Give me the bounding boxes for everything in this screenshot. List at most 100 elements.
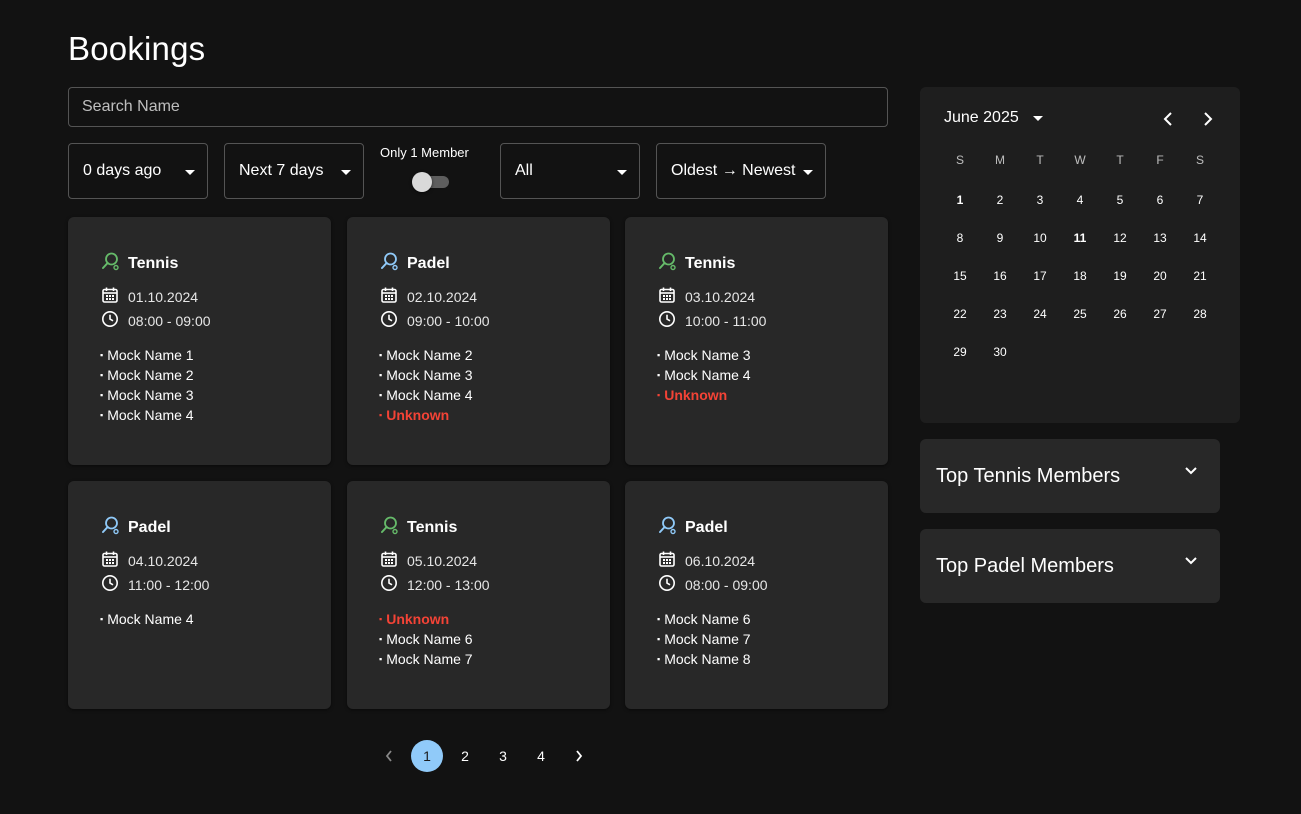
booking-date-value: 06.10.2024 bbox=[685, 552, 756, 569]
toggle-thumb[interactable] bbox=[412, 172, 432, 192]
page-button[interactable]: 4 bbox=[525, 740, 557, 772]
calendar-icon bbox=[380, 550, 407, 571]
calendar-day[interactable]: 3 bbox=[1020, 193, 1060, 207]
booking-date: 01.10.2024 bbox=[101, 286, 198, 307]
booking-member: Mock Name 6 bbox=[379, 629, 472, 649]
calendar-weekday-row: SMTWTFS bbox=[940, 145, 1220, 175]
chevron-down-icon bbox=[1185, 467, 1197, 475]
calendar-day[interactable]: 10 bbox=[1020, 231, 1060, 245]
calendar-day[interactable]: 15 bbox=[940, 269, 980, 283]
next-month-button[interactable] bbox=[1196, 109, 1220, 129]
calendar-day[interactable]: 30 bbox=[980, 345, 1020, 359]
from-date-select[interactable]: 0 days ago bbox=[68, 143, 208, 199]
calendar-day[interactable]: 11 bbox=[1060, 231, 1100, 245]
booking-sport-label: Tennis bbox=[685, 254, 736, 272]
booking-time-value: 11:00 - 12:00 bbox=[128, 576, 210, 593]
calendar-icon bbox=[380, 286, 407, 307]
booking-member-list: Mock Name 2Mock Name 3Mock Name 4Unknown bbox=[379, 345, 473, 425]
next-page-button[interactable] bbox=[563, 740, 595, 772]
weekday-label: W bbox=[1074, 153, 1086, 167]
page-button[interactable]: 2 bbox=[449, 740, 481, 772]
calendar-day[interactable]: 13 bbox=[1140, 231, 1180, 245]
calendar-day[interactable]: 22 bbox=[940, 307, 980, 321]
search-input[interactable] bbox=[69, 88, 887, 126]
prev-page-button[interactable] bbox=[373, 740, 405, 772]
calendar-week-row: 8 9 10 11 12 13 14 bbox=[940, 219, 1220, 257]
calendar-month-label: June 2025 bbox=[944, 109, 1019, 126]
booking-card[interactable]: Tennis 03.10.2024 10:00 - 11:00 Mock Nam… bbox=[625, 217, 888, 465]
booking-member: Mock Name 6 bbox=[657, 609, 750, 629]
search-field[interactable] bbox=[68, 87, 888, 127]
clock-icon bbox=[380, 310, 407, 331]
booking-member: Unknown bbox=[657, 385, 751, 405]
calendar-day[interactable]: 9 bbox=[980, 231, 1020, 245]
booking-card[interactable]: Padel 06.10.2024 08:00 - 09:00 Mock Name… bbox=[625, 481, 888, 709]
booking-card[interactable]: Tennis 01.10.2024 08:00 - 09:00 Mock Nam… bbox=[68, 217, 331, 465]
calendar-day[interactable]: 12 bbox=[1100, 231, 1140, 245]
booking-time: 10:00 - 11:00 bbox=[658, 310, 766, 331]
sport-type-select[interactable]: All bbox=[500, 143, 640, 199]
single-member-toggle-group: Only 1 Member bbox=[380, 145, 480, 197]
booking-card[interactable]: Tennis 05.10.2024 12:00 - 13:00 UnknownM… bbox=[347, 481, 610, 709]
calendar-day[interactable]: 28 bbox=[1180, 307, 1220, 321]
calendar-day[interactable]: 4 bbox=[1060, 193, 1100, 207]
booking-date-value: 01.10.2024 bbox=[128, 288, 199, 305]
to-date-select[interactable]: Next 7 days bbox=[224, 143, 364, 199]
booking-member: Mock Name 8 bbox=[657, 649, 750, 669]
calendar-day[interactable]: 18 bbox=[1060, 269, 1100, 283]
booking-member: Mock Name 4 bbox=[379, 385, 472, 405]
booking-card[interactable]: Padel 04.10.2024 11:00 - 12:00 Mock Name… bbox=[68, 481, 331, 709]
calendar-day[interactable]: 23 bbox=[980, 307, 1020, 321]
top-padel-members-accordion[interactable]: Top Padel Members bbox=[920, 529, 1220, 603]
calendar-day[interactable]: 8 bbox=[940, 231, 980, 245]
page-button[interactable]: 1 bbox=[411, 740, 443, 772]
booking-member: Mock Name 4 bbox=[100, 405, 193, 425]
booking-card[interactable]: Padel 02.10.2024 09:00 - 10:00 Mock Name… bbox=[347, 217, 610, 465]
calendar-day[interactable]: 19 bbox=[1100, 269, 1140, 283]
calendar-day[interactable]: 29 bbox=[940, 345, 980, 359]
weekday-label: T bbox=[1036, 153, 1044, 167]
calendar-month-switcher[interactable]: June 2025 bbox=[944, 109, 1043, 127]
booking-date: 06.10.2024 bbox=[658, 550, 755, 571]
padel-racket-icon bbox=[379, 251, 407, 276]
weekday-label: F bbox=[1156, 153, 1164, 167]
calendar-day[interactable]: 24 bbox=[1020, 307, 1060, 321]
booking-time: 12:00 - 13:00 bbox=[380, 574, 490, 595]
booking-time-value: 12:00 - 13:00 bbox=[407, 576, 490, 593]
prev-month-button[interactable] bbox=[1156, 109, 1180, 129]
calendar-day[interactable]: 5 bbox=[1100, 193, 1140, 207]
from-date-value: 0 days ago bbox=[83, 162, 162, 179]
booking-member: Mock Name 3 bbox=[379, 365, 472, 385]
booking-member: Unknown bbox=[379, 609, 473, 629]
booking-member-list: Mock Name 1Mock Name 2Mock Name 3Mock Na… bbox=[100, 345, 193, 425]
calendar-day[interactable]: 27 bbox=[1140, 307, 1180, 321]
page-button[interactable]: 3 bbox=[487, 740, 519, 772]
booking-sport-label: Tennis bbox=[128, 254, 179, 272]
calendar-day[interactable]: 14 bbox=[1180, 231, 1220, 245]
booking-sport: Tennis bbox=[657, 251, 735, 276]
tennis-racket-icon bbox=[657, 251, 685, 276]
calendar-day[interactable]: 2 bbox=[980, 193, 1020, 207]
sort-order-select[interactable]: Oldest → Newest bbox=[656, 143, 826, 199]
caret-down-icon bbox=[1032, 115, 1043, 121]
to-date-value: Next 7 days bbox=[239, 162, 324, 179]
calendar-day[interactable]: 26 bbox=[1100, 307, 1140, 321]
calendar-day[interactable]: 7 bbox=[1180, 193, 1220, 207]
booking-member-list: Mock Name 3Mock Name 4Unknown bbox=[657, 345, 751, 405]
clock-icon bbox=[658, 574, 685, 595]
calendar-day[interactable]: 17 bbox=[1020, 269, 1060, 283]
booking-member: Mock Name 4 bbox=[100, 609, 193, 629]
booking-date: 04.10.2024 bbox=[101, 550, 198, 571]
calendar-week-row: 29 30 bbox=[940, 333, 1220, 371]
booking-member: Unknown bbox=[379, 405, 473, 425]
chevron-right-icon bbox=[1204, 112, 1213, 126]
calendar-day[interactable]: 1 bbox=[940, 193, 980, 207]
pagination: 1234 bbox=[370, 740, 598, 772]
calendar-day[interactable]: 25 bbox=[1060, 307, 1100, 321]
calendar-day[interactable]: 6 bbox=[1140, 193, 1180, 207]
calendar-day[interactable]: 21 bbox=[1180, 269, 1220, 283]
calendar-day[interactable]: 20 bbox=[1140, 269, 1180, 283]
calendar-day[interactable]: 16 bbox=[980, 269, 1020, 283]
booking-time-value: 08:00 - 09:00 bbox=[685, 576, 768, 593]
top-tennis-members-accordion[interactable]: Top Tennis Members bbox=[920, 439, 1220, 513]
